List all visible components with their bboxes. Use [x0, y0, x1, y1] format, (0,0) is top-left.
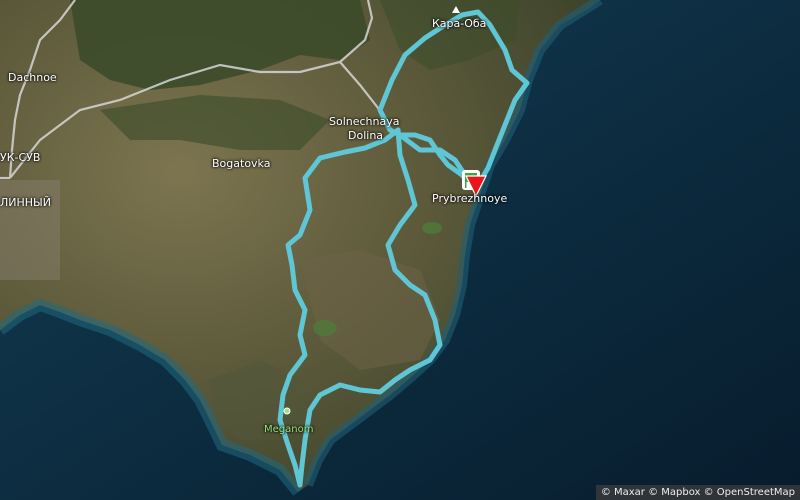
field-2 — [422, 222, 442, 234]
map-attribution[interactable]: © Maxar © Mapbox © OpenStreetMap — [595, 485, 800, 500]
viewpoint-dot-icon[interactable] — [283, 407, 291, 415]
place-label-dachnoe: Dachnoe — [8, 71, 57, 84]
map-canvas — [0, 0, 800, 500]
place-label-suk-suv: УК-СУВ — [0, 151, 41, 164]
field — [313, 320, 337, 336]
place-label-bogatovka: Bogatovka — [212, 157, 271, 170]
place-label-meganom: Meganom — [264, 424, 314, 435]
place-label-dolina: Dolina — [348, 129, 384, 142]
place-label-kara-oba: Кара-Оба — [432, 17, 487, 30]
town-area — [0, 180, 60, 280]
place-label-solnechnaya: Solnechnaya — [329, 115, 400, 128]
map-view[interactable]: Dachnoe Bogatovka Solnechnaya Dolina Кар… — [0, 0, 800, 500]
place-label-prybrezhnoye: Prybrezhnoye — [432, 192, 508, 205]
place-label-dlinnyi: ЛИННЫЙ — [0, 196, 51, 209]
